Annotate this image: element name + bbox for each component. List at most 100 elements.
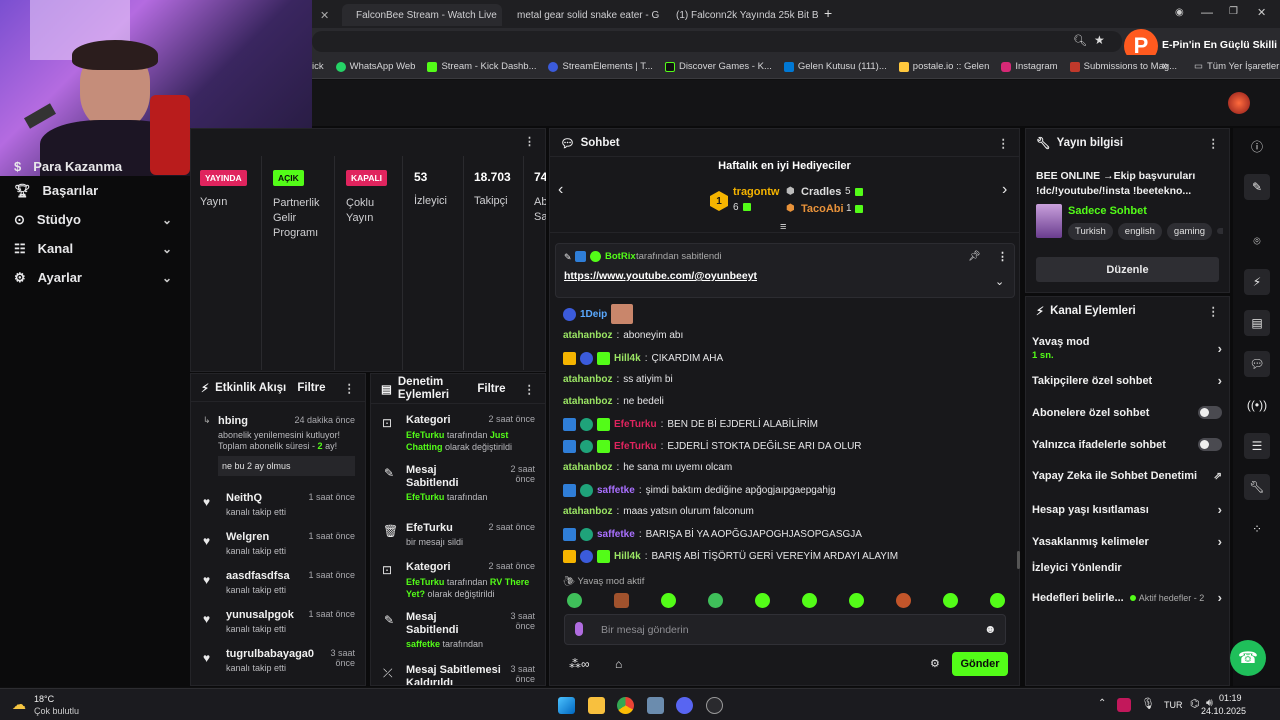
collapse-icon[interactable]: ≡ [780,221,786,233]
broadcast-icon[interactable]: ((•)) [1244,392,1270,418]
camera-icon[interactable]: ⌾ [1244,228,1270,254]
chat-username[interactable]: atahanboz [563,374,612,385]
profile-icon[interactable]: ◉ [1175,7,1184,18]
kebab-menu-icon[interactable]: ⋮ [998,136,1010,150]
chat-username[interactable]: atahanboz [563,330,612,341]
network-icon[interactable]: ⌬ [1190,697,1200,710]
new-tab-button[interactable]: + [824,5,832,21]
layout-icon[interactable]: ☰ [1244,433,1270,459]
bookmark-item[interactable]: Submissions to Mag... [1069,61,1177,72]
next-arrow-icon[interactable]: › [1002,181,1007,199]
filter-button[interactable]: Filtre [297,382,325,394]
emote-icon[interactable] [708,593,723,608]
bookmark-item[interactable]: WhatsApp Web [335,61,415,72]
chat-scrollbar[interactable] [1017,551,1020,569]
notes-icon[interactable]: ▤ [1244,310,1270,336]
goals-setting[interactable]: Hedefleri belirle... Aktif hedefler - 2 … [1032,590,1222,605]
redirect-setting[interactable]: İzleyici Yönlendir [1032,562,1222,574]
kebab-menu-icon[interactable]: ⋮ [524,135,535,148]
tag-chip[interactable]: Turkish [1068,223,1113,240]
chrome-icon[interactable] [617,697,634,714]
weather-icon[interactable]: ☁︎ [12,696,26,713]
chat-username[interactable]: atahanboz [563,396,612,407]
chat-icon[interactable]: 💬︎ [1244,351,1270,377]
bookmark-star-icon[interactable]: ★ [1094,33,1105,47]
emote-icon[interactable] [990,593,1005,608]
clock-time[interactable]: 01:19 [1219,693,1242,703]
bookmark-item[interactable]: Gelen Kutusu (111)... [783,61,887,72]
info-icon[interactable]: ⓘ [1244,133,1270,159]
edit-button[interactable]: Düzenle [1036,257,1219,282]
chat-username[interactable]: 1Deip [580,309,607,320]
prev-arrow-icon[interactable]: ‹ [558,181,563,199]
bookmark-item[interactable]: Stream - Kick Dashb... [427,61,536,72]
bolt-icon[interactable]: ⚡︎ [1244,269,1270,295]
sidebar-item-studio[interactable]: ⊙ Stüdyo ⌄ [0,205,188,234]
minimize-icon[interactable]: — [1201,5,1213,19]
chat-input-placeholder[interactable]: Bir mesaj gönderin [601,624,689,636]
edit-icon[interactable]: ✎ [1244,174,1270,200]
chevron-up-icon[interactable]: ⌃ [1098,698,1106,709]
more-icon[interactable]: ⁘ [1244,516,1270,542]
bookmark-item[interactable]: Instagram [1001,61,1058,72]
bookmark-item[interactable]: Discover Games - K... [664,61,772,72]
sidebar-item-channel[interactable]: ☷ Kanal ⌄ [0,234,188,263]
language-indicator[interactable]: TUR [1164,700,1183,710]
store-icon[interactable]: ⌂ [615,657,622,671]
discord-icon[interactable] [676,697,693,714]
chat-username[interactable]: EfeTurku [614,441,657,452]
emote-icon[interactable] [755,593,770,608]
sidebar-item-settings[interactable]: ⚙︎ Ayarlar ⌄ [0,263,188,292]
obs-icon[interactable] [706,697,723,714]
microphone-icon[interactable] [575,622,583,636]
close-window-icon[interactable]: ✕ [1257,6,1266,19]
bookmark-item[interactable]: StreamElements | T... [548,61,653,72]
emote-icon[interactable] [661,593,676,608]
promo-text[interactable]: E-Pin'in En Güçlü Skilli [1162,39,1277,51]
subs-only-toggle[interactable] [1198,406,1222,419]
browser-tab-youtube[interactable]: (1) Falconn2k Yayında 25k Bit B ✕ [662,4,818,26]
wrench-icon[interactable]: 🔧︎ [1244,474,1270,500]
pin-action-icon[interactable]: 📌︎ [968,251,981,262]
tab-close-fragment[interactable]: ✕ [312,4,332,26]
bookmarks-overflow-button[interactable]: » [1162,60,1168,72]
emote-icon[interactable] [943,593,958,608]
chevron-down-icon[interactable]: ⌄ [995,275,1004,288]
tag-chip[interactable]: english [1117,223,1162,240]
sidebar-item-monetization[interactable]: $ Para Kazanma [0,156,188,176]
emoji-icon[interactable]: ☻ [984,622,997,636]
followers-only-setting[interactable]: Takipçilere özel sohbet › [1032,373,1222,388]
kebab-menu-icon[interactable]: ⋮ [1208,136,1220,150]
sidebar-item-achievements[interactable]: 🏆︎ Başarılar [0,176,188,205]
tray-app-icon[interactable] [1117,698,1131,712]
clock-date[interactable]: 24.10.2025 [1201,706,1246,716]
pinned-link[interactable]: https://www.youtube.com/@oyunbeeyt [564,270,757,282]
url-field[interactable] [312,31,1122,52]
tag-chip[interactable]: gaming [1166,223,1213,240]
gear-icon[interactable]: ⚙︎ [930,657,940,670]
start-icon[interactable] [558,697,575,714]
chat-input-box[interactable]: Bir mesaj gönderin ☻ [564,614,1006,645]
close-icon[interactable]: ✕ [320,9,329,22]
chat-username[interactable]: EfeTurku [614,419,657,430]
avatar[interactable] [1228,92,1250,114]
chat-username[interactable]: atahanboz [563,462,612,473]
app-icon[interactable] [647,697,664,714]
chat-username[interactable]: atahanboz [563,506,612,517]
emotes-only-toggle[interactable] [1198,438,1222,451]
chat-username[interactable]: Hill4k [614,353,641,364]
category-name[interactable]: Sadece Sohbet [1068,205,1147,217]
maximize-icon[interactable]: ❐ [1229,6,1238,17]
rewards-icon[interactable]: ⁂∞ [569,657,590,671]
support-button[interactable]: ☎︎ [1230,640,1266,676]
browser-tab-google[interactable]: metal gear solid snake eater - G ✕ [503,4,661,26]
emote-icon[interactable] [849,593,864,608]
banned-words-setting[interactable]: Yasaklanmış kelimeler › [1032,534,1222,549]
browser-tab-falconbee[interactable]: FalconBee Stream - Watch Live ✕ [342,4,502,26]
kebab-menu-icon[interactable]: ⋮ [1208,304,1220,318]
send-button[interactable]: Gönder [952,652,1008,676]
chat-username[interactable]: saffetke [597,529,635,540]
chat-username[interactable]: saffetke [597,485,635,496]
zoom-icon[interactable]: 🔍︎ [1073,34,1087,47]
bookmark-item[interactable]: postale.io :: Gelen [898,61,989,72]
